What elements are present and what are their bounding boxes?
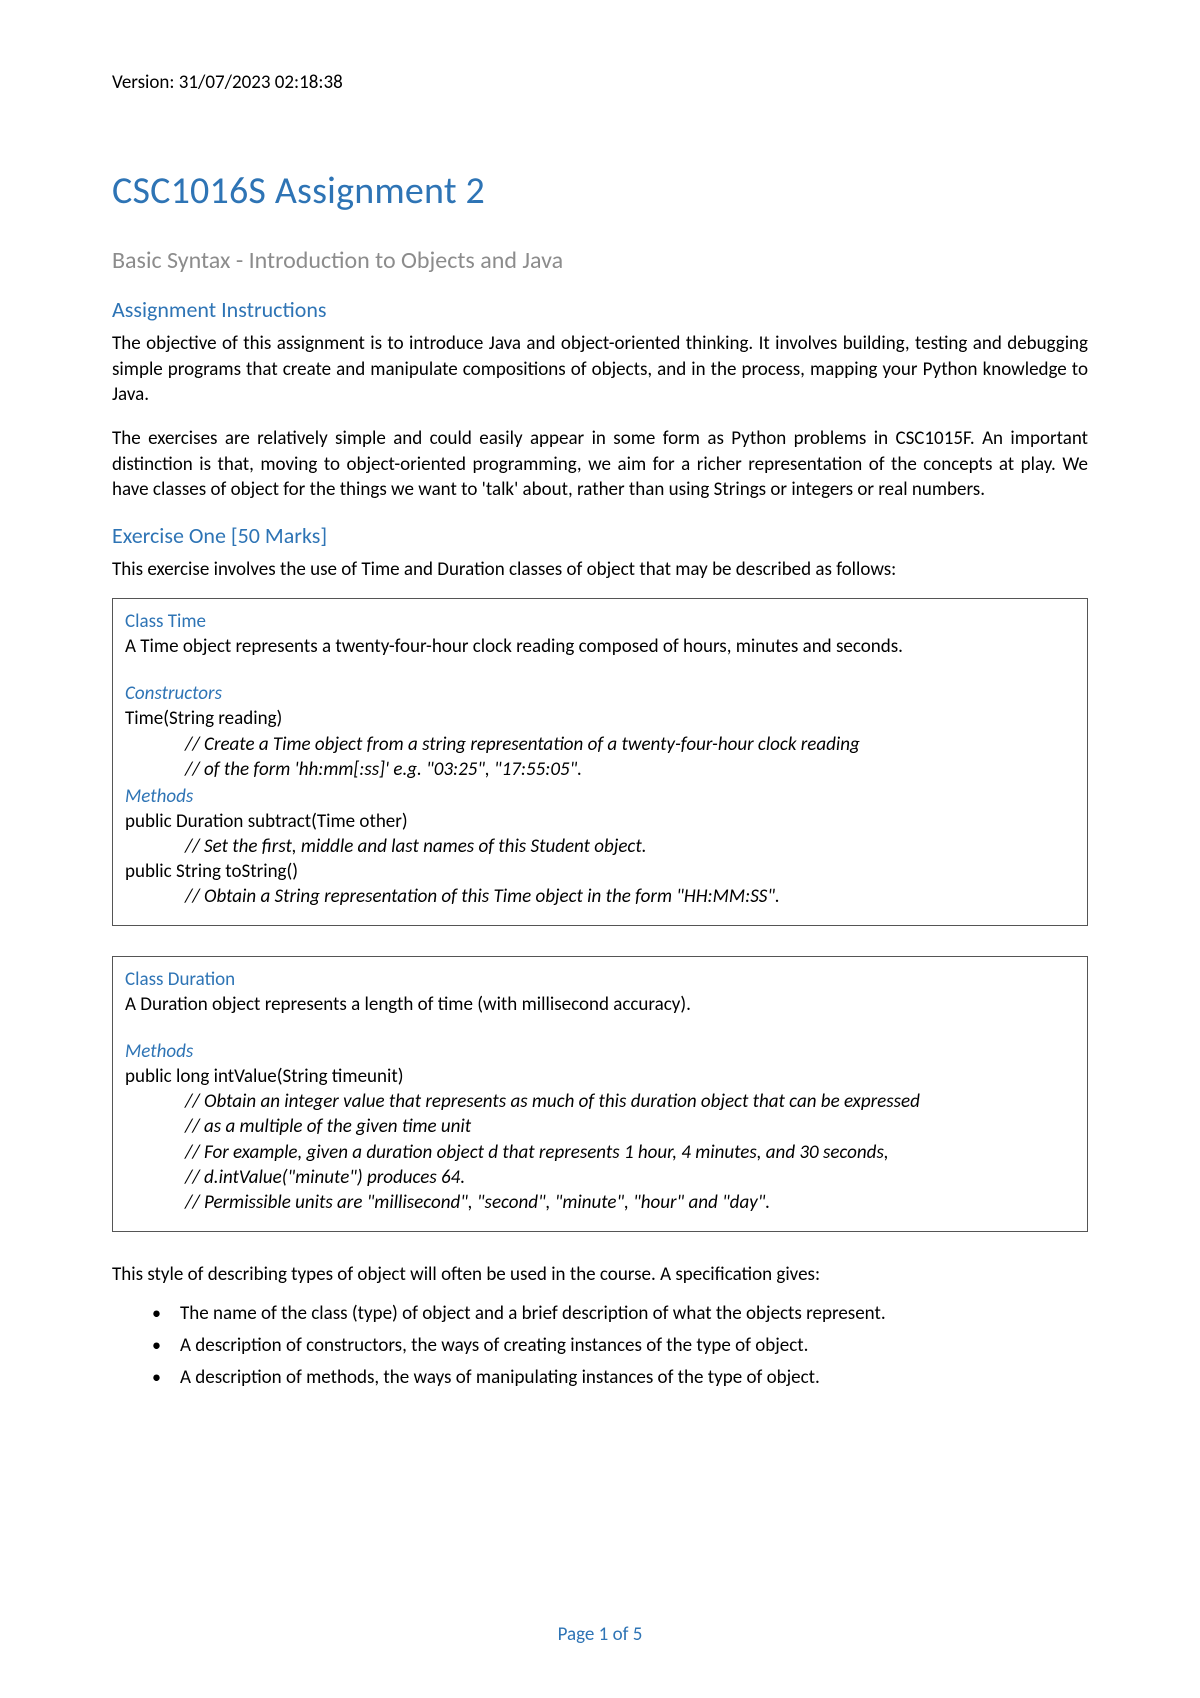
time-method-subtract-comment: // Set the first, middle and last names … [125, 834, 1075, 859]
class-time-box: Class Time A Time object represents a tw… [112, 598, 1088, 926]
page-title: CSC1016S Assignment 2 [112, 166, 1088, 217]
duration-comment-3: // For example, given a duration object … [125, 1140, 1075, 1165]
exercise-one-heading: Exercise One [50 Marks] [112, 521, 1088, 551]
constructors-label: Constructors [125, 681, 1075, 706]
time-ctor-signature: Time(String reading) [125, 706, 1075, 731]
duration-methods-label: Methods [125, 1039, 1075, 1064]
class-time-desc: A Time object represents a twenty-four-h… [125, 634, 1075, 659]
class-duration-box: Class Duration A Duration object represe… [112, 956, 1088, 1232]
bullet-item-3: A description of methods, the ways of ma… [152, 1365, 1088, 1391]
class-duration-desc: A Duration object represents a length of… [125, 992, 1075, 1017]
class-time-title: Class Time [125, 609, 1075, 634]
duration-comment-1: // Obtain an integer value that represen… [125, 1089, 1075, 1114]
class-duration-title: Class Duration [125, 967, 1075, 992]
time-methods-label: Methods [125, 784, 1075, 809]
version-text: Version: 31/07/2023 02:18:38 [112, 70, 1088, 96]
instructions-paragraph-2: The exercises are relatively simple and … [112, 426, 1088, 503]
spec-bullet-list: The name of the class (type) of object a… [112, 1301, 1088, 1390]
time-method-subtract-signature: public Duration subtract(Time other) [125, 809, 1075, 834]
time-ctor-comment-1: // Create a Time object from a string re… [125, 732, 1075, 757]
time-method-tostring-comment: // Obtain a String representation of thi… [125, 884, 1075, 909]
page-subtitle: Basic Syntax - Introduction to Objects a… [112, 245, 1088, 277]
page-footer: Page 1 of 5 [0, 1622, 1200, 1648]
closing-paragraph: This style of describing types of object… [112, 1262, 1088, 1288]
duration-comment-4: // d.intValue("minute") produces 64. [125, 1165, 1075, 1190]
duration-method-intvalue-signature: public long intValue(String timeunit) [125, 1064, 1075, 1089]
bullet-item-2: A description of constructors, the ways … [152, 1333, 1088, 1359]
duration-comment-5: // Permissible units are "millisecond", … [125, 1190, 1075, 1215]
time-ctor-comment-2: // of the form 'hh:mm[:ss]' e.g. "03:25"… [125, 757, 1075, 782]
instructions-heading: Assignment Instructions [112, 295, 1088, 325]
exercise-one-intro: This exercise involves the use of Time a… [112, 557, 1088, 583]
instructions-paragraph-1: The objective of this assignment is to i… [112, 331, 1088, 408]
time-method-tostring-signature: public String toString() [125, 859, 1075, 884]
duration-comment-2: // as a multiple of the given time unit [125, 1114, 1075, 1139]
bullet-item-1: The name of the class (type) of object a… [152, 1301, 1088, 1327]
